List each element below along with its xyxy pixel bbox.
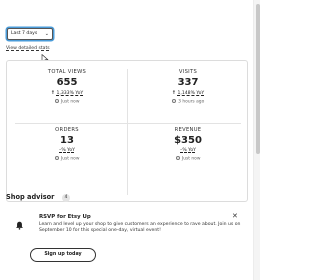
shop-advisor-count-badge: 4 — [62, 194, 70, 202]
stats-card: TOTAL VIEWS 655 ↑ 1,333% YoY Just now VI… — [6, 60, 248, 202]
scrollbar-thumb[interactable] — [255, 4, 260, 154]
scrollbar[interactable] — [253, 0, 260, 280]
stat-updated: Just now — [7, 99, 127, 105]
stat-label: REVENUE — [174, 127, 202, 133]
divider — [15, 123, 241, 124]
chevron-down-icon: ⌄ — [44, 31, 49, 37]
view-detailed-stats-link[interactable]: View detailed stats — [6, 46, 50, 51]
stat-updated-text: Just now — [60, 156, 80, 162]
arrow-up-icon: ↑ — [171, 90, 176, 96]
stat-change[interactable]: –% YoY — [128, 148, 248, 153]
stat-total-views: TOTAL VIEWS 655 ↑ 1,333% YoY Just now — [7, 69, 127, 105]
bell-icon — [16, 221, 23, 230]
promo-body: Learn and level up your shop to give cus… — [39, 222, 241, 234]
stat-label: TOTAL VIEWS — [47, 69, 87, 75]
stat-change-value: 1,148% YoY — [177, 91, 205, 96]
stat-change-value: –% YoY — [59, 148, 75, 153]
clock-icon — [175, 156, 180, 160]
shop-advisor-title: Shop advisor — [6, 193, 55, 201]
arrow-up-icon: ↑ — [50, 90, 55, 96]
stat-updated: Just now — [128, 156, 248, 162]
stat-updated-text: Just now — [181, 156, 201, 162]
stat-value: 337 — [177, 77, 199, 88]
stat-orders: ORDERS 13 –% YoY Just now — [7, 127, 127, 162]
clock-icon — [171, 99, 176, 103]
stat-change-value: –% YoY — [180, 148, 196, 153]
close-icon[interactable]: ✕ — [232, 212, 238, 220]
stat-visits: VISITS 337 ↑ 1,148% YoY 3 hours ago — [128, 69, 248, 105]
stat-value: 655 — [56, 77, 78, 88]
clock-icon — [54, 99, 59, 103]
stat-value: $350 — [174, 135, 202, 146]
stat-change[interactable]: ↑ 1,333% YoY — [7, 90, 127, 96]
stat-change[interactable]: –% YoY — [7, 148, 127, 153]
stat-updated: Just now — [7, 156, 127, 162]
date-range-select[interactable]: Last 7 days ⌄ — [7, 28, 53, 40]
stat-updated: 3 hours ago — [128, 99, 248, 105]
sign-up-today-button[interactable]: Sign up today — [30, 248, 96, 262]
promo-title: RSVP for Etsy Up — [39, 214, 91, 220]
stat-value: 13 — [60, 135, 74, 146]
stat-label: ORDERS — [55, 127, 79, 133]
stat-change-value: 1,333% YoY — [56, 91, 84, 96]
stat-change[interactable]: ↑ 1,148% YoY — [128, 90, 248, 96]
clock-icon — [54, 156, 59, 160]
stat-label: VISITS — [178, 69, 198, 75]
stat-revenue: REVENUE $350 –% YoY Just now — [128, 127, 248, 162]
stat-updated-text: Just now — [60, 99, 80, 105]
date-range-value: Last 7 days — [11, 31, 38, 36]
stat-updated-text: 3 hours ago — [178, 99, 205, 105]
